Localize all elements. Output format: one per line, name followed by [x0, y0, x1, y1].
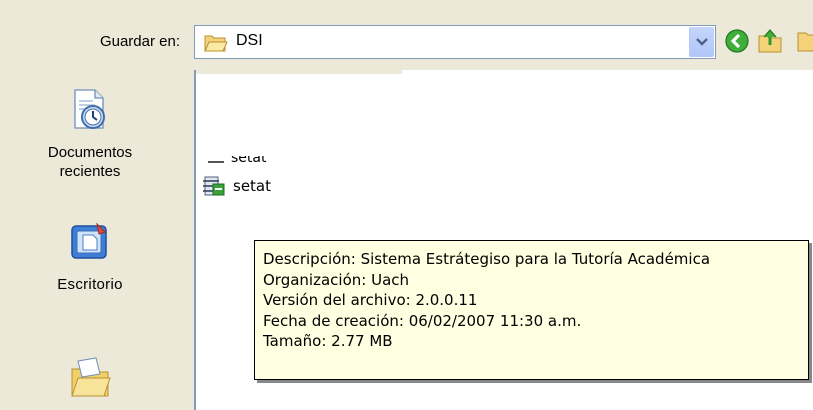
back-arrow-icon[interactable]	[724, 28, 750, 58]
file-name-setat: setat	[233, 177, 271, 195]
tooltip-organization: Organización: Uach	[263, 270, 410, 289]
desktop-icon	[69, 222, 111, 264]
save-in-label: Guardar en:	[99, 33, 180, 50]
places-desktop[interactable]: Escritorio	[0, 222, 180, 293]
location-combobox[interactable]: DSI	[194, 25, 716, 59]
folder-open-icon	[204, 33, 228, 57]
my-documents-icon	[68, 355, 112, 399]
file-item-partial[interactable]: setat	[206, 156, 296, 166]
file-name-partial: setat	[231, 156, 267, 166]
tooltip-size: Tamaño: 2.77 MB	[263, 332, 393, 350]
file-info-tooltip: Descripción: Sistema Estrátegiso para la…	[254, 240, 809, 380]
tooltip-description: Descripción: Sistema Estrátegiso para la…	[263, 250, 711, 268]
places-recent-label: Documentos recientes	[47, 144, 133, 180]
chevron-down-icon[interactable]	[689, 27, 714, 57]
pane-top-edge	[196, 70, 402, 74]
places-my-documents[interactable]	[0, 355, 180, 399]
tooltip-created-date: Fecha de creación: 06/02/2007 11:30 a.m.	[263, 311, 582, 330]
tooltip-file-version: Versión del archivo: 2.0.0.11	[263, 291, 478, 309]
new-folder-icon[interactable]	[797, 29, 813, 57]
location-value: DSI	[236, 32, 263, 49]
places-recent-documents[interactable]: Documentos recientes	[0, 87, 180, 180]
recent-documents-icon	[68, 87, 112, 131]
up-folder-icon[interactable]	[756, 27, 784, 59]
places-desktop-label: Escritorio	[57, 276, 123, 293]
